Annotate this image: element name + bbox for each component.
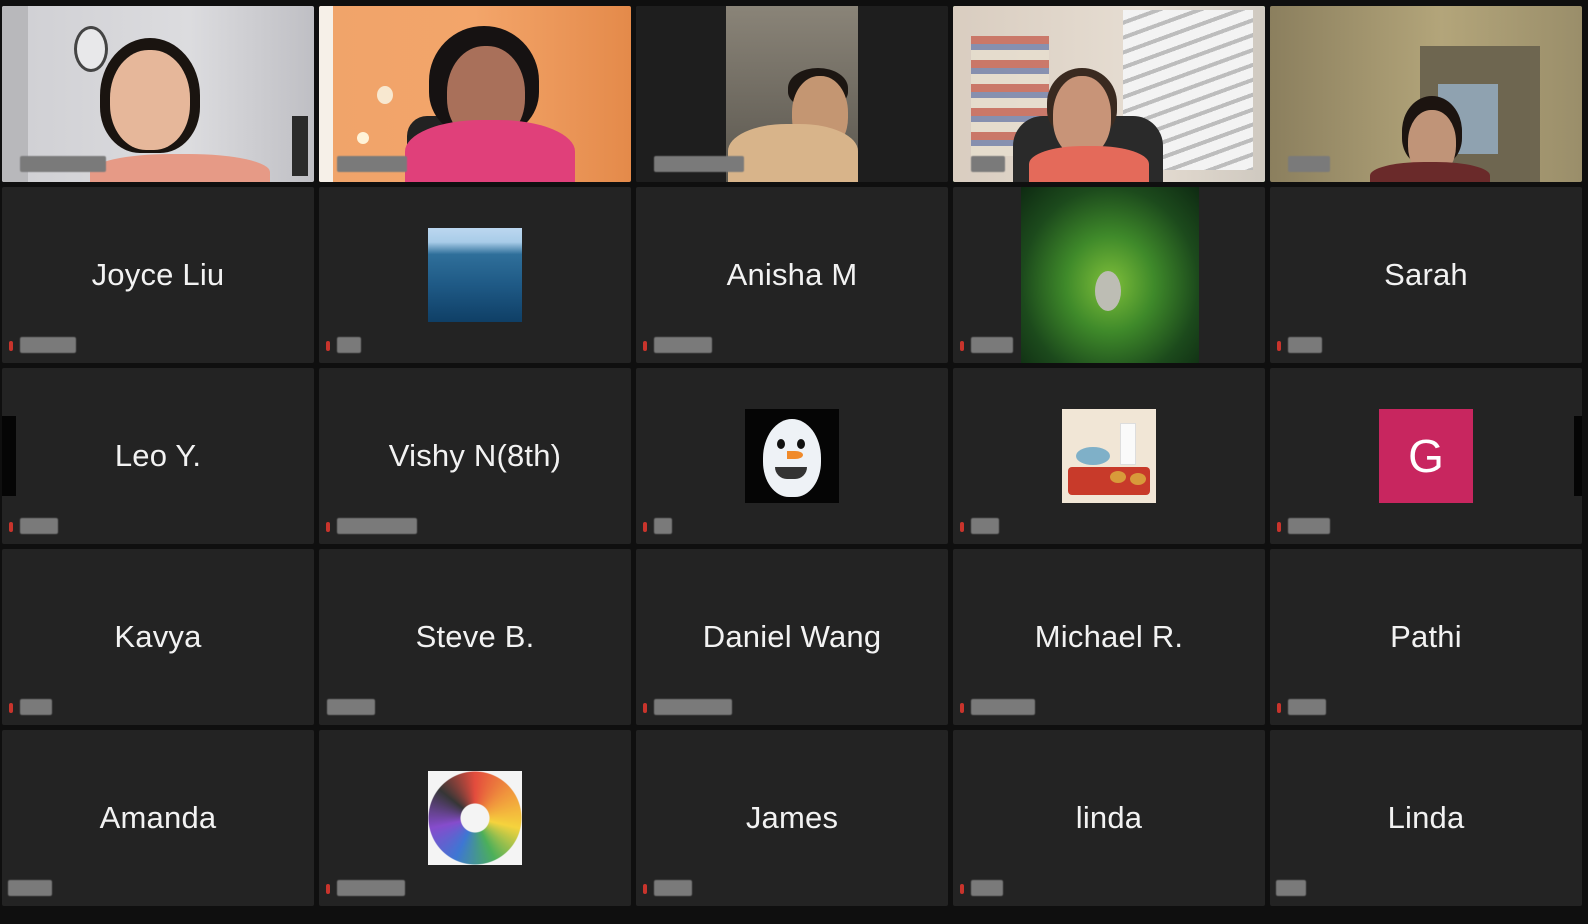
- participant-tile[interactable]: [636, 368, 948, 544]
- muted-mic-icon: [326, 341, 330, 351]
- participant-name: Daniel Wang: [702, 619, 882, 654]
- name-label-redacted: [20, 337, 76, 353]
- participant-name: Joyce Liu: [91, 257, 225, 292]
- muted-mic-icon: [960, 884, 964, 894]
- participant-tile[interactable]: linda: [953, 730, 1265, 906]
- name-label-redacted: [654, 880, 692, 896]
- participant-name: Leo Y.: [114, 438, 202, 473]
- muted-mic-icon: [9, 703, 13, 713]
- name-label-redacted: [337, 156, 407, 172]
- participant-name: James: [745, 800, 839, 835]
- muted-mic-icon: [1277, 522, 1281, 532]
- name-label-redacted: [654, 699, 732, 715]
- muted-mic-icon: [960, 522, 964, 532]
- name-label-redacted: [971, 156, 1005, 172]
- muted-mic-icon: [1277, 341, 1281, 351]
- participant-name: Steve B.: [415, 619, 535, 654]
- forest-avatar: [1021, 187, 1199, 363]
- gallery-grid: Joyce Liu Anisha M Sarah Leo Y. Vishy N(…: [0, 6, 1588, 918]
- name-label-redacted: [20, 156, 106, 172]
- name-label-redacted: [1288, 337, 1322, 353]
- muted-mic-icon: [960, 341, 964, 351]
- colored-pencils-avatar: [428, 771, 522, 865]
- name-label-redacted: [1288, 156, 1330, 172]
- muted-mic-icon: [326, 522, 330, 532]
- participant-name: Michael R.: [1034, 619, 1184, 654]
- participant-tile[interactable]: Vishy N(8th): [319, 368, 631, 544]
- participant-tile[interactable]: Sarah: [1270, 187, 1582, 363]
- name-label-redacted: [1288, 518, 1330, 534]
- participant-tile[interactable]: [319, 730, 631, 906]
- participant-name: Kavya: [114, 619, 202, 654]
- participant-name: Pathi: [1390, 619, 1462, 654]
- participant-name: Sarah: [1384, 257, 1468, 292]
- muted-mic-icon: [643, 703, 647, 713]
- muted-mic-icon: [9, 522, 13, 532]
- video-tile-5[interactable]: [1270, 6, 1582, 182]
- participant-tile[interactable]: Kavya: [2, 549, 314, 725]
- muted-mic-icon: [326, 884, 330, 894]
- participant-tile[interactable]: [319, 187, 631, 363]
- name-label-redacted: [20, 518, 58, 534]
- video-tile-2[interactable]: [319, 6, 631, 182]
- food-avatar: [1062, 409, 1156, 503]
- video-tile-1[interactable]: [2, 6, 314, 182]
- participant-name: linda: [1075, 800, 1143, 835]
- participant-tile[interactable]: Amanda: [2, 730, 314, 906]
- name-label-redacted: [971, 880, 1003, 896]
- participant-tile[interactable]: Steve B.: [319, 549, 631, 725]
- name-label-redacted: [1276, 880, 1306, 896]
- name-label-redacted: [337, 337, 361, 353]
- video-tile-4-active-speaker[interactable]: [953, 6, 1265, 182]
- participant-tile[interactable]: Daniel Wang: [636, 549, 948, 725]
- muted-mic-icon: [9, 341, 13, 351]
- name-label-redacted: [20, 699, 52, 715]
- video-tile-3[interactable]: [636, 6, 948, 182]
- muted-mic-icon: [643, 341, 647, 351]
- wall-clock-icon: [74, 26, 108, 72]
- participant-tile[interactable]: [953, 368, 1265, 544]
- participant-tile[interactable]: James: [636, 730, 948, 906]
- participant-tile[interactable]: Pathi: [1270, 549, 1582, 725]
- name-label-redacted: [337, 880, 405, 896]
- ocean-avatar: [428, 228, 522, 322]
- participant-name: Anisha M: [726, 257, 858, 292]
- name-label-redacted: [337, 518, 417, 534]
- participant-tile[interactable]: Joyce Liu: [2, 187, 314, 363]
- name-label-redacted: [654, 337, 712, 353]
- muted-mic-icon: [960, 703, 964, 713]
- participant-name: Vishy N(8th): [388, 438, 562, 473]
- name-label-redacted: [971, 337, 1013, 353]
- name-label-redacted: [971, 699, 1035, 715]
- participant-tile[interactable]: Michael R.: [953, 549, 1265, 725]
- participant-tile[interactable]: Anisha M: [636, 187, 948, 363]
- participant-name: Linda: [1387, 800, 1465, 835]
- muted-mic-icon: [643, 884, 647, 894]
- muted-mic-icon: [1277, 703, 1281, 713]
- name-label-redacted: [971, 518, 999, 534]
- name-label-redacted: [654, 156, 744, 172]
- participant-name: Amanda: [99, 800, 217, 835]
- name-label-redacted: [1288, 699, 1326, 715]
- participant-tile[interactable]: [953, 187, 1265, 363]
- name-label-redacted: [654, 518, 672, 534]
- snowman-avatar: [745, 409, 839, 503]
- participant-tile[interactable]: Linda: [1270, 730, 1582, 906]
- participant-tile[interactable]: Leo Y.: [2, 368, 314, 544]
- name-label-redacted: [8, 880, 52, 896]
- muted-mic-icon: [643, 522, 647, 532]
- name-label-redacted: [327, 699, 375, 715]
- letter-avatar: G: [1379, 409, 1473, 503]
- participant-tile[interactable]: G: [1270, 368, 1582, 544]
